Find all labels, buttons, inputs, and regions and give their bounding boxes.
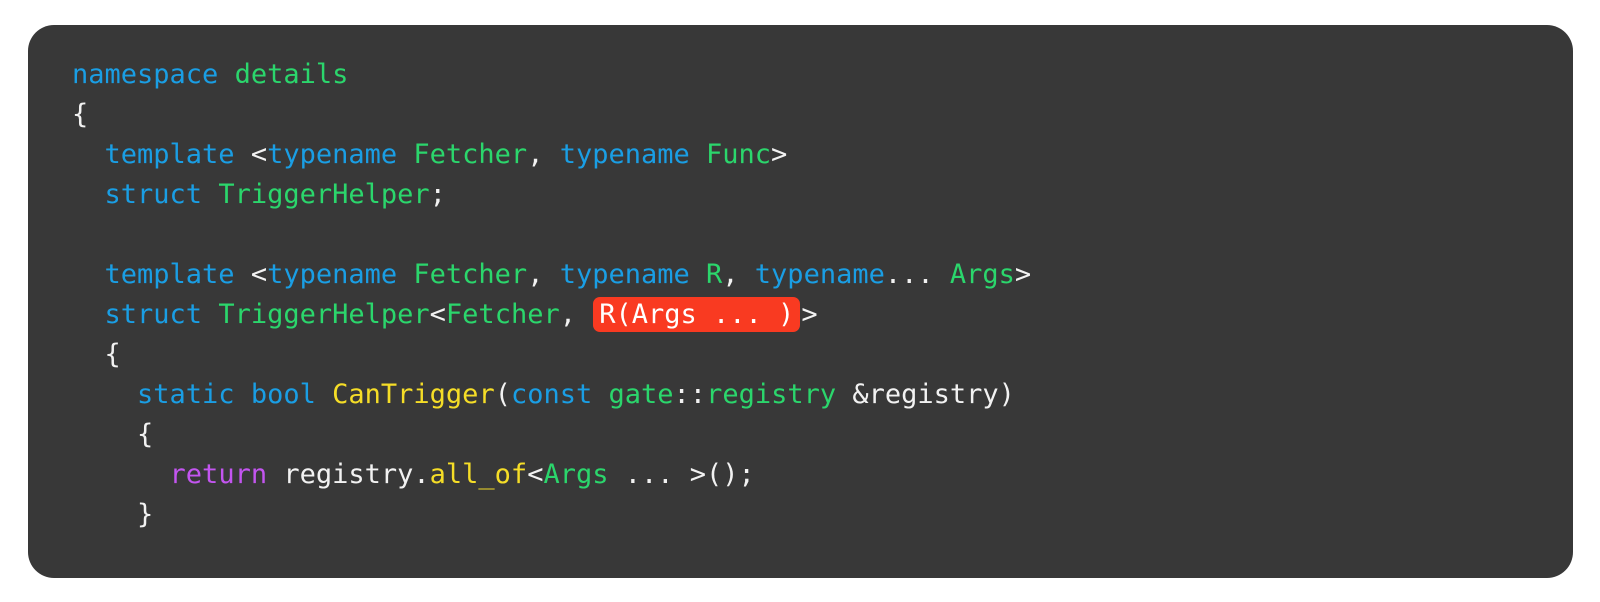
code-token: TriggerHelper (218, 299, 430, 330)
code-token: , (722, 259, 755, 290)
code-line: struct TriggerHelper<Fetcher, R(Args ...… (72, 295, 1533, 335)
code-token: &registry) (836, 379, 1015, 410)
code-token: gate (608, 379, 674, 410)
code-snippet-card: namespace details{ template <typename Fe… (28, 25, 1573, 578)
code-token: TriggerHelper (218, 179, 430, 210)
code-token: template (104, 259, 235, 290)
code-token: { (72, 99, 89, 130)
code-line: struct TriggerHelper; (72, 175, 1533, 215)
code-line: return registry.all_of<Args ... >(); (72, 455, 1533, 495)
code-block[interactable]: namespace details{ template <typename Fe… (72, 55, 1533, 578)
code-token: } (72, 499, 154, 530)
code-token: typename (754, 259, 885, 290)
code-line: { (72, 95, 1533, 135)
code-token: bool (250, 379, 316, 410)
code-line: { (72, 415, 1533, 455)
code-token: struct (104, 299, 203, 330)
code-token: > (1014, 259, 1032, 290)
code-token: typename (559, 259, 690, 290)
highlighted-token: R(Args ... ) (593, 297, 801, 332)
code-token: ... >(); (608, 459, 755, 490)
code-token: R (706, 259, 723, 290)
code-token: details (234, 59, 349, 90)
code-token: < (429, 299, 446, 330)
code-token: return (169, 459, 268, 490)
code-token: CanTrigger (332, 379, 495, 410)
code-token: , (527, 139, 560, 170)
code-token: < (527, 459, 544, 490)
code-token: all_of (429, 459, 528, 490)
code-token: , (559, 299, 593, 330)
code-token: typename (267, 139, 398, 170)
code-line: } (72, 575, 1533, 578)
code-token: Fetcher (413, 259, 528, 290)
code-line: static bool CanTrigger(const gate::regis… (72, 375, 1533, 415)
code-token: Fetcher (445, 299, 560, 330)
code-token: :: (673, 379, 707, 410)
code-token: registry (706, 379, 837, 410)
code-token: < (234, 259, 268, 290)
code-token: ( (494, 379, 511, 410)
code-token: static (137, 379, 235, 410)
code-token: ... (884, 259, 950, 290)
code-token: Func (706, 139, 772, 170)
code-token: typename (559, 139, 690, 170)
code-token: Args (949, 259, 1015, 290)
code-token: { (72, 339, 121, 370)
code-token: > (771, 139, 788, 170)
code-line: } (72, 495, 1533, 535)
code-token: > (801, 299, 818, 330)
code-token: , (527, 259, 560, 290)
code-token: { (72, 419, 154, 450)
code-token: typename (267, 259, 398, 290)
code-token: registry. (267, 459, 430, 490)
code-token: Fetcher (413, 139, 528, 170)
code-token: < (234, 139, 268, 170)
code-line: namespace details (72, 55, 1533, 95)
code-token: const (510, 379, 593, 410)
code-token: struct (104, 179, 203, 210)
code-token: ; (429, 179, 446, 210)
code-line: template <typename Fetcher, typename Fun… (72, 135, 1533, 175)
code-token: template (104, 139, 235, 170)
code-token: Args (543, 459, 609, 490)
code-token: namespace (72, 59, 219, 90)
code-line: { (72, 335, 1533, 375)
code-line: template <typename Fetcher, typename R, … (72, 255, 1533, 295)
